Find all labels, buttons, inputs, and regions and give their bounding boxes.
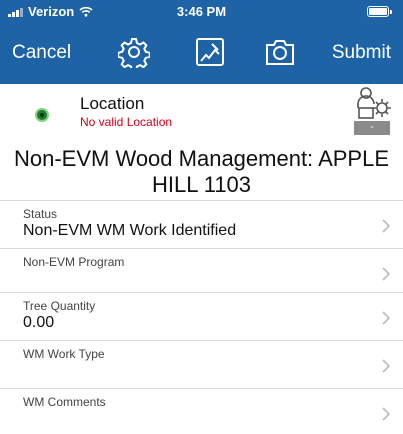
chevron-right-icon <box>382 219 391 233</box>
location-status: No valid Location <box>80 115 173 129</box>
nav-bar: Cancel Submit <box>0 22 403 84</box>
location-badge[interactable]: - <box>354 121 390 135</box>
chevron-right-icon <box>382 267 391 281</box>
field-label: WM Comments <box>23 395 106 409</box>
field-wm-work-type[interactable]: WM Work Type <box>0 340 403 388</box>
page-title: Non-EVM Wood Management: APPLE HILL 1103 <box>13 146 389 197</box>
location-title: Location <box>80 94 145 113</box>
field-value: 0.00 <box>23 314 55 331</box>
crew-settings-icon[interactable] <box>354 86 394 120</box>
location-row[interactable]: Location No valid Location - <box>0 84 403 140</box>
field-wm-comments[interactable]: WM Comments <box>0 388 403 434</box>
location-status-dot-icon <box>35 108 49 122</box>
gear-icon[interactable] <box>118 36 150 68</box>
cancel-button[interactable]: Cancel <box>12 42 71 64</box>
submit-button[interactable]: Submit <box>332 42 391 64</box>
field-tree-quantity[interactable]: Tree Quantity 0.00 <box>0 292 403 340</box>
camera-icon[interactable] <box>264 36 296 68</box>
status-bar: Verizon 3:46 PM <box>0 0 403 22</box>
clock: 3:46 PM <box>176 4 227 19</box>
field-label: Status <box>23 207 58 221</box>
map-edit-icon[interactable] <box>194 36 226 68</box>
field-label: Non-EVM Program <box>23 255 125 269</box>
field-value: Non-EVM WM Work Identified <box>23 222 237 239</box>
field-label: WM Work Type <box>23 347 105 361</box>
battery-icon <box>367 6 392 17</box>
chevron-right-icon <box>382 407 391 421</box>
field-non-evm-program[interactable]: Non-EVM Program <box>0 248 403 296</box>
field-label: Tree Quantity <box>23 299 96 313</box>
chevron-right-icon <box>382 311 391 325</box>
chevron-right-icon <box>382 359 391 373</box>
field-status[interactable]: Status Non-EVM WM Work Identified <box>0 200 403 248</box>
